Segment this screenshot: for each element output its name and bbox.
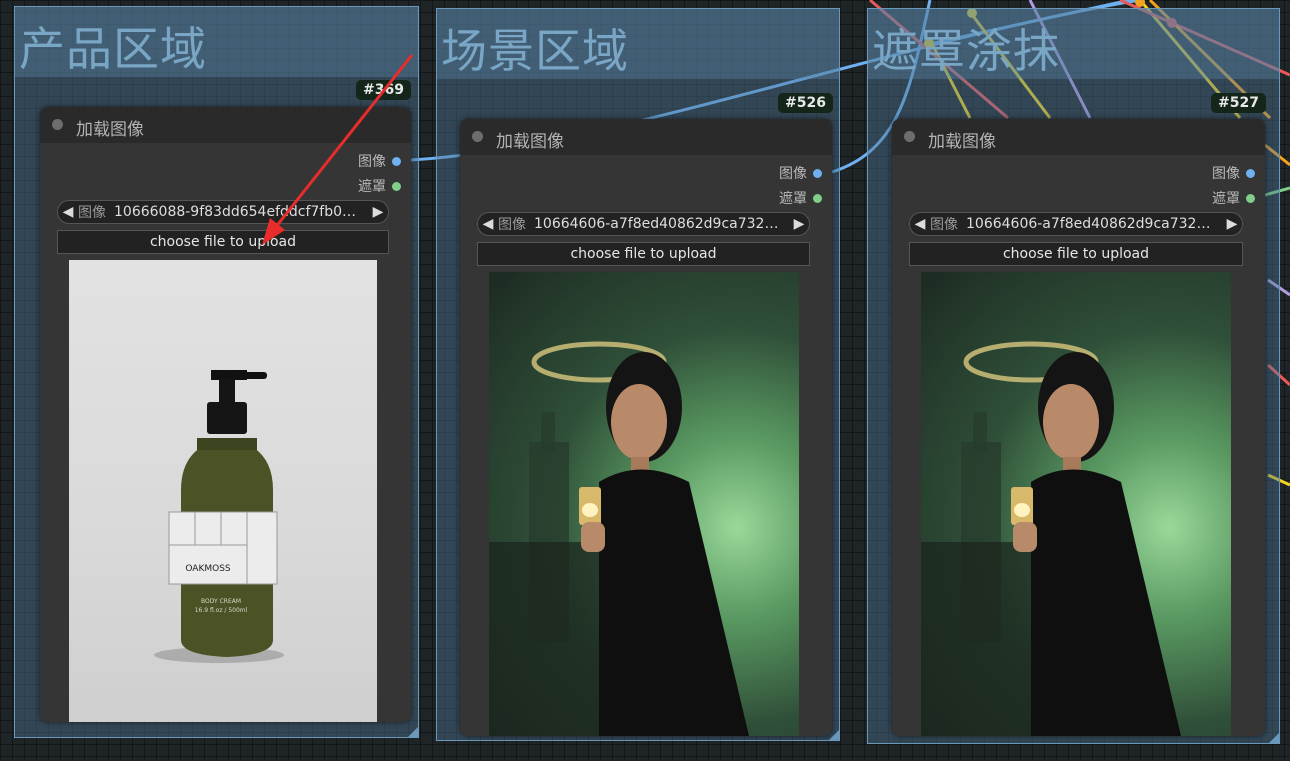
next-arrow-icon[interactable]: ▶ [789,216,809,232]
image-select-combo[interactable]: ◀ 图像 10664606-a7f8ed40862d9ca732… ▶ [909,212,1243,236]
node-title: 加载图像 [76,120,144,140]
node-title: 加载图像 [496,132,564,152]
output-mask[interactable]: 遮罩 [779,189,822,207]
mask-port-icon[interactable] [1246,193,1255,203]
combo-label: 图像 [930,217,958,233]
combo-label: 图像 [78,205,106,221]
portrait-illustration [489,341,749,736]
image-preview [489,272,799,736]
upload-button[interactable]: choose file to upload [909,242,1243,266]
node-header[interactable]: 加载图像 [892,119,1265,155]
load-image-node-527[interactable]: 加载图像 图像 遮罩 ◀ 图像 10664606-a7f8ed40862d9ca… [892,119,1265,736]
output-image[interactable]: 图像 [779,164,822,182]
load-image-node-369[interactable]: 加载图像 图像 遮罩 ◀ 图像 10666088-9f83dd654efddcf… [40,107,411,722]
prev-arrow-icon[interactable]: ◀ [58,204,78,220]
mask-port-icon[interactable] [392,181,401,191]
prev-arrow-icon[interactable]: ◀ [910,216,930,232]
bottle-illustration: OAKMOSS BODY CREAM 16.9 fl.oz / 500ml [154,370,284,663]
collapse-dot-icon[interactable] [52,119,63,130]
mask-port-icon[interactable] [813,193,822,203]
output-mask[interactable]: 遮罩 [1212,189,1255,207]
node-id-badge: #369 [356,80,411,100]
collapse-dot-icon[interactable] [472,131,483,142]
output-label: 图像 [1212,166,1240,182]
upload-button[interactable]: choose file to upload [477,242,810,266]
product-size: 16.9 fl.oz / 500ml [195,607,248,614]
combo-value: 10664606-a7f8ed40862d9ca732… [966,216,1211,232]
node-title: 加载图像 [928,132,996,152]
next-arrow-icon[interactable]: ▶ [368,204,388,220]
output-label: 遮罩 [1212,191,1240,207]
output-image[interactable]: 图像 [1212,164,1255,182]
portrait-illustration [921,341,1181,736]
product-label: OAKMOSS [185,564,231,574]
node-header[interactable]: 加载图像 [40,107,411,143]
group-title: 产品区域 [19,22,207,76]
group-resize-handle[interactable] [408,727,418,737]
group-title: 场景区域 [441,24,629,78]
output-label: 图像 [358,154,386,170]
image-preview: OAKMOSS BODY CREAM 16.9 fl.oz / 500ml [69,260,377,722]
load-image-node-526[interactable]: 加载图像 图像 遮罩 ◀ 图像 10664606-a7f8ed40862d9ca… [460,119,832,736]
output-label: 遮罩 [358,179,386,195]
node-id-badge: #527 [1211,93,1266,113]
node-id-badge: #526 [778,93,833,113]
output-label: 图像 [779,166,807,182]
combo-value: 10666088-9f83dd654efddcf7fb0… [114,204,357,220]
output-label: 遮罩 [779,191,807,207]
next-arrow-icon[interactable]: ▶ [1222,216,1242,232]
image-port-icon[interactable] [392,156,401,166]
collapse-dot-icon[interactable] [904,131,915,142]
output-mask[interactable]: 遮罩 [358,177,401,195]
group-resize-handle[interactable] [1269,733,1279,743]
output-image[interactable]: 图像 [358,152,401,170]
upload-button[interactable]: choose file to upload [57,230,389,254]
product-sub: BODY CREAM [201,598,241,605]
image-port-icon[interactable] [1246,168,1255,178]
prev-arrow-icon[interactable]: ◀ [478,216,498,232]
combo-value: 10664606-a7f8ed40862d9ca732… [534,216,779,232]
node-header[interactable]: 加载图像 [460,119,832,155]
image-port-icon[interactable] [813,168,822,178]
group-title: 遮罩涂抹 [872,24,1060,78]
image-select-combo[interactable]: ◀ 图像 10666088-9f83dd654efddcf7fb0… ▶ [57,200,389,224]
image-preview [921,272,1231,736]
combo-label: 图像 [498,217,526,233]
image-select-combo[interactable]: ◀ 图像 10664606-a7f8ed40862d9ca732… ▶ [477,212,810,236]
